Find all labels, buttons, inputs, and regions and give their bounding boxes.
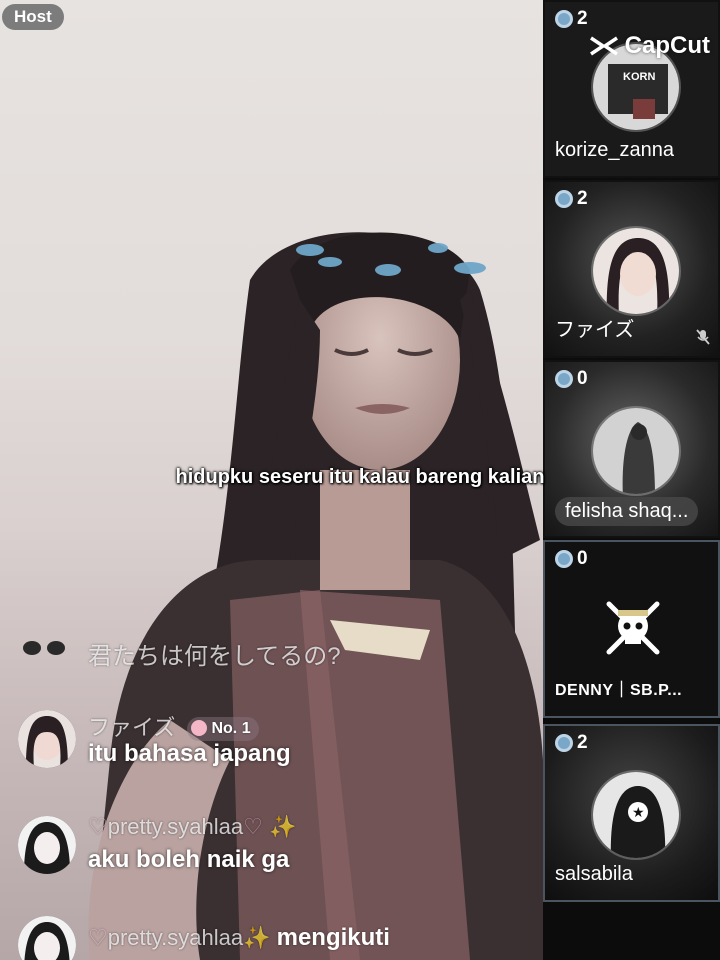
score-icon xyxy=(555,734,573,752)
sparkle-icon: ✨ xyxy=(268,814,297,839)
mic-muted-icon xyxy=(696,329,710,345)
comment-text: aku boleh naik ga xyxy=(88,846,290,873)
guest-name: felisha shaq... xyxy=(555,497,699,526)
svg-text:★: ★ xyxy=(632,805,645,821)
guest-name: salsabila xyxy=(555,863,633,885)
guest-score: 0 xyxy=(555,548,588,570)
score-icon xyxy=(555,190,573,208)
guest-avatar: ★ xyxy=(591,770,681,860)
guest-tile[interactable]: 2 ★ salsabila xyxy=(543,724,720,902)
guest-score: 2 xyxy=(555,732,588,754)
guest-avatar xyxy=(591,226,681,316)
svg-text:KORN: KORN xyxy=(623,71,655,83)
guest-tile[interactable]: 0 felisha shaq... xyxy=(543,360,720,538)
comment-username[interactable]: ファイズ xyxy=(88,715,175,740)
guest-score: 0 xyxy=(555,368,588,390)
heart-icon: ♡ xyxy=(88,814,108,839)
comment-text: itu bahasa japang xyxy=(88,740,291,767)
host-badge: Host xyxy=(2,4,64,30)
capcut-watermark: CapCut xyxy=(589,32,710,60)
guest-tile[interactable]: 2 ファイズ xyxy=(543,180,720,358)
guest-score: 2 xyxy=(555,8,588,30)
guest-score: 2 xyxy=(555,188,588,210)
guest-tile[interactable]: 0 DENNY｜SB.P... xyxy=(543,540,720,718)
capcut-logo-icon xyxy=(589,36,618,56)
rank-badge: No. 1 xyxy=(187,717,259,742)
heart-icon: ♡ xyxy=(88,925,108,950)
comment-text: 君たちは何をしてるの? xyxy=(88,643,341,670)
heart-icon: ♡ xyxy=(243,814,263,839)
guest-tile[interactable]: 2 KORN korize_zanna xyxy=(543,0,720,178)
jolly-roger-icon xyxy=(601,596,665,660)
comment-username[interactable]: pretty.syahlaa xyxy=(108,925,243,950)
watermark-text: CapCut xyxy=(624,32,710,59)
comment-username[interactable]: pretty.syahlaa xyxy=(108,814,243,839)
guest-name: korize_zanna xyxy=(555,139,674,161)
sparkle-icon: ✨ xyxy=(243,925,271,950)
score-icon xyxy=(555,10,573,28)
comment-feed[interactable]: 君たちは何をしてるの? ファイズ No. 1 itu bahasa japang… xyxy=(0,620,543,960)
avatar[interactable] xyxy=(18,916,76,960)
gift-rank-icon xyxy=(191,720,208,737)
guest-name: DENNY｜SB.P... xyxy=(555,682,683,699)
guest-name: ファイズ xyxy=(555,319,635,341)
score-icon xyxy=(555,550,573,568)
comment-text: mengikuti xyxy=(276,924,390,951)
emoji-icon xyxy=(20,638,70,658)
stream-caption: hidupku seseru itu kalau bareng kalian xyxy=(175,466,545,488)
score-icon xyxy=(555,370,573,388)
avatar[interactable] xyxy=(18,816,76,874)
avatar[interactable] xyxy=(18,710,76,768)
